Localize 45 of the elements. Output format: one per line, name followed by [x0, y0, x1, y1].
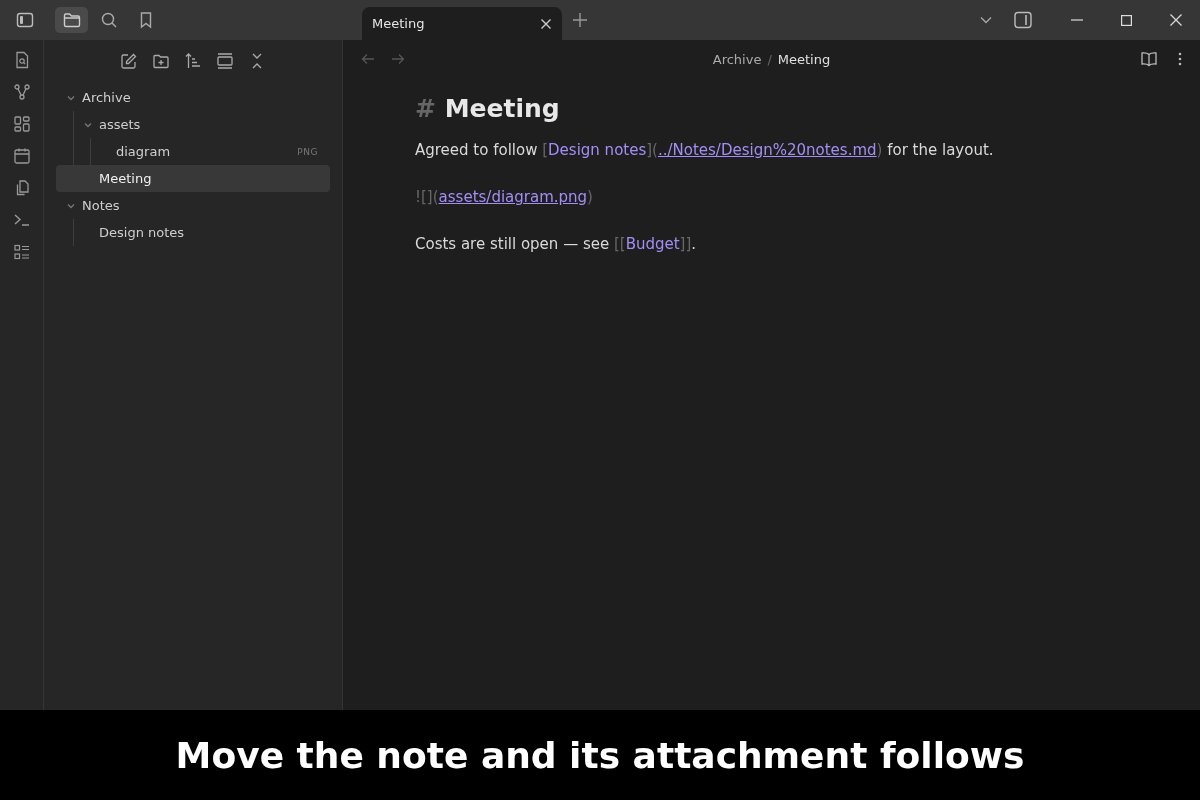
- tree-item[interactable]: assets: [56, 111, 330, 138]
- calendar-icon[interactable]: [12, 147, 31, 165]
- note-tab[interactable]: Meeting: [362, 7, 562, 40]
- heading-marker: #: [415, 94, 436, 123]
- tree-item[interactable]: diagram PNG: [56, 138, 330, 165]
- new-folder-icon[interactable]: [152, 52, 170, 70]
- list-icon[interactable]: [12, 243, 31, 261]
- link-text[interactable]: Design notes: [548, 141, 647, 159]
- caption-text: Move the note and its attachment follows: [175, 734, 1025, 776]
- note-text: .: [691, 235, 697, 253]
- more-icon[interactable]: [1178, 52, 1182, 66]
- close-icon[interactable]: [540, 17, 552, 30]
- link-url[interactable]: assets/diagram.png: [438, 188, 588, 206]
- breadcrumb-item[interactable]: Archive: [712, 51, 762, 67]
- new-tab-icon[interactable]: [572, 12, 588, 28]
- close-window-icon[interactable]: [1170, 14, 1182, 26]
- window-icon[interactable]: [216, 52, 234, 70]
- note-text: Agreed to follow: [415, 141, 539, 159]
- breadcrumb-separator: /: [767, 51, 772, 67]
- link-text[interactable]: Budget: [625, 235, 680, 253]
- note-heading: Meeting: [444, 94, 560, 123]
- graph-icon[interactable]: [12, 83, 31, 101]
- book-icon[interactable]: [1140, 51, 1158, 67]
- markdown-syntax: ](: [646, 141, 658, 159]
- tree-item[interactable]: Design notes: [56, 219, 330, 246]
- markdown-syntax: [[: [613, 235, 626, 253]
- link-url[interactable]: ../Notes/Design%20notes.md: [657, 141, 877, 159]
- new-note-icon[interactable]: [120, 52, 138, 70]
- sort-icon[interactable]: [184, 52, 202, 70]
- markdown-syntax: ): [876, 141, 883, 159]
- markdown-syntax: ]]: [679, 235, 692, 253]
- markdown-syntax: [: [542, 141, 549, 159]
- markdown-syntax: ![](: [415, 188, 439, 206]
- maximize-icon[interactable]: [1121, 14, 1132, 26]
- folder-icon[interactable]: [55, 7, 88, 33]
- note-text: Costs are still open — see: [415, 235, 611, 253]
- grid-icon[interactable]: [12, 115, 31, 133]
- markdown-syntax: ): [587, 188, 593, 206]
- tree-item[interactable]: Meeting: [56, 165, 330, 192]
- file-type-label: PNG: [297, 146, 318, 157]
- breadcrumb-item[interactable]: Meeting: [777, 51, 831, 67]
- right-sidebar-icon[interactable]: [1013, 10, 1033, 30]
- tree-item[interactable]: Notes: [56, 192, 330, 219]
- tree-item[interactable]: Archive: [56, 84, 330, 111]
- note-text: for the layout.: [886, 141, 994, 159]
